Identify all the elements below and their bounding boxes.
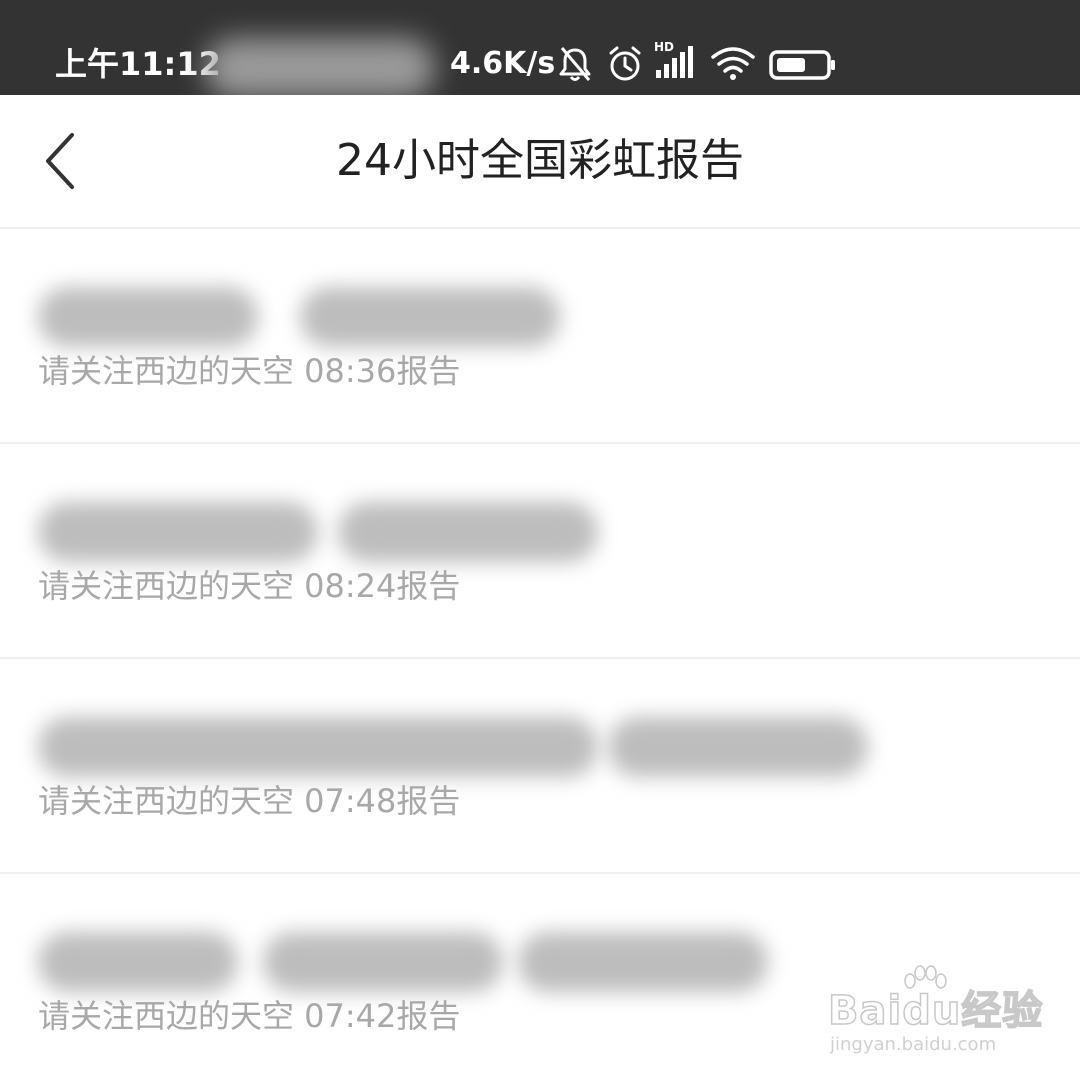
- navigation-header: 24小时全国彩虹报告: [0, 95, 1080, 229]
- report-subtitle: 请关注西边的天空 08:24报告: [38, 567, 461, 605]
- list-item[interactable]: 请关注西边的天空 07:48报告: [0, 659, 1080, 874]
- status-time: 上午11:12: [55, 45, 221, 83]
- list-item[interactable]: 请关注西边的天空 07:42报告: [0, 874, 1080, 1080]
- battery-level-fill: [777, 58, 805, 72]
- report-subtitle: 请关注西边的天空 07:48报告: [38, 782, 461, 820]
- battery-icon: [768, 44, 838, 84]
- blurred-notification-area: [205, 38, 435, 98]
- page-title: 24小时全国彩虹报告: [336, 135, 744, 186]
- report-list: 请关注西边的天空 08:36报告 请关注西边的天空 08:24报告 请关注西边的…: [0, 229, 1080, 1080]
- status-bar: 上午11:12 4.6K/s HD: [0, 0, 1080, 98]
- hd-label: HD: [654, 40, 675, 54]
- list-item[interactable]: 请关注西边的天空 08:24报告: [0, 444, 1080, 659]
- alarm-icon: [606, 44, 644, 84]
- list-item[interactable]: 请关注西边的天空 08:36报告: [0, 229, 1080, 444]
- screen: 上午11:12 4.6K/s HD 24小时全国彩虹报告 请关注西边的天空 08…: [0, 0, 1080, 1080]
- bell-muted-icon: [557, 44, 593, 84]
- wifi-icon: [710, 44, 756, 84]
- report-subtitle: 请关注西边的天空 07:42报告: [38, 997, 461, 1035]
- cell-signal-icon: HD: [654, 40, 698, 84]
- network-speed: 4.6K/s: [450, 46, 556, 81]
- report-subtitle: 请关注西边的天空 08:36报告: [38, 352, 461, 390]
